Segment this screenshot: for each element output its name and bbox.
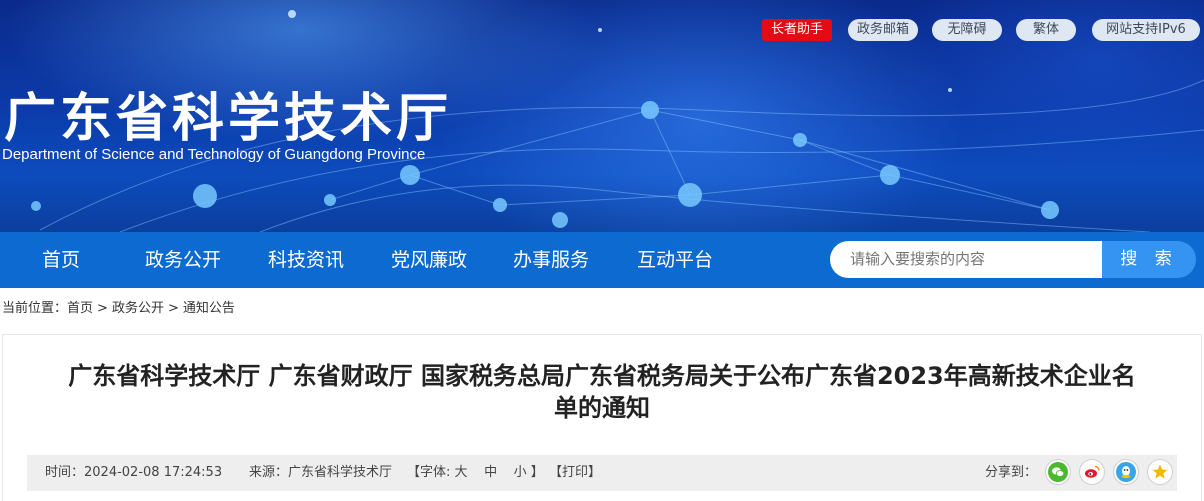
search-input[interactable] (830, 241, 1102, 278)
source-label: 来源： (249, 465, 289, 480)
font-size-label: 【字体: (407, 465, 451, 480)
qq-icon[interactable] (1113, 459, 1139, 485)
search-button[interactable]: 搜 索 (1102, 241, 1196, 278)
weibo-icon[interactable] (1079, 459, 1105, 485)
breadcrumb-prefix: 当前位置： (2, 301, 68, 316)
breadcrumb-separator: > (167, 301, 179, 316)
nav-item-party-integrity[interactable]: 党风廉政 (378, 232, 480, 288)
font-size-close: 】 (530, 465, 544, 480)
gov-mail-link[interactable]: 政务邮箱 (848, 19, 918, 41)
elder-assistant-button[interactable]: 长者助手 (762, 19, 832, 41)
article-title-line: 单的通知 (554, 394, 650, 422)
source: 来源：广东省科学技术厅 (249, 464, 392, 482)
print-button[interactable]: 【打印】 (549, 464, 601, 482)
qzone-icon[interactable] (1147, 459, 1173, 485)
time-label: 时间： (45, 465, 85, 480)
font-medium-button[interactable]: 中 (484, 465, 497, 480)
time-value: 2024-02-08 17:24:53 (84, 465, 223, 480)
breadcrumb-item-home[interactable]: 首页 (67, 300, 93, 318)
font-size-control: 【字体: 大 中 小 】 (407, 464, 544, 482)
share-label: 分享到： (985, 465, 1038, 480)
wechat-icon[interactable] (1045, 459, 1071, 485)
breadcrumb-item-notices[interactable]: 通知公告 (183, 300, 235, 318)
breadcrumb-item-gov-affairs[interactable]: 政务公开 (112, 300, 164, 318)
article-title: 广东省科学技术厅 广东省财政厅 国家税务总局广东省税务局关于公布广东省2023年… (24, 360, 1180, 424)
nav-item-gov-affairs[interactable]: 政务公开 (132, 232, 234, 288)
article-title-line: 广东省科学技术厅 广东省财政厅 国家税务总局广东省税务局关于公布广东省2023年… (68, 362, 1136, 390)
source-value: 广东省科学技术厅 (288, 465, 393, 480)
site-subtitle: Department of Science and Technology of … (2, 146, 426, 163)
nav-item-home[interactable]: 首页 (22, 232, 100, 288)
article-meta-bar: 时间：2024-02-08 17:24:53 来源：广东省科学技术厅 【字体: … (27, 455, 1177, 491)
breadcrumb: 当前位置：首页 > 政务公开 > 通知公告 (2, 300, 235, 318)
font-large-button[interactable]: 大 (455, 465, 468, 480)
ipv6-support-link[interactable]: 网站支持IPv6 (1092, 19, 1200, 41)
traditional-chinese-link[interactable]: 繁体 (1016, 19, 1076, 41)
nav-item-sci-tech-news[interactable]: 科技资讯 (255, 232, 357, 288)
publish-time: 时间：2024-02-08 17:24:53 (45, 464, 222, 482)
nav-item-interaction[interactable]: 互动平台 (624, 232, 726, 288)
font-small-button[interactable]: 小 (514, 465, 527, 480)
nav-item-services[interactable]: 办事服务 (500, 232, 602, 288)
breadcrumb-separator: > (97, 301, 108, 316)
accessibility-link[interactable]: 无障碍 (932, 19, 1002, 41)
header-banner: 广东省科学技术厅 Department of Science and Techn… (0, 0, 1204, 232)
site-title: 广东省科学技术厅 (4, 89, 453, 149)
